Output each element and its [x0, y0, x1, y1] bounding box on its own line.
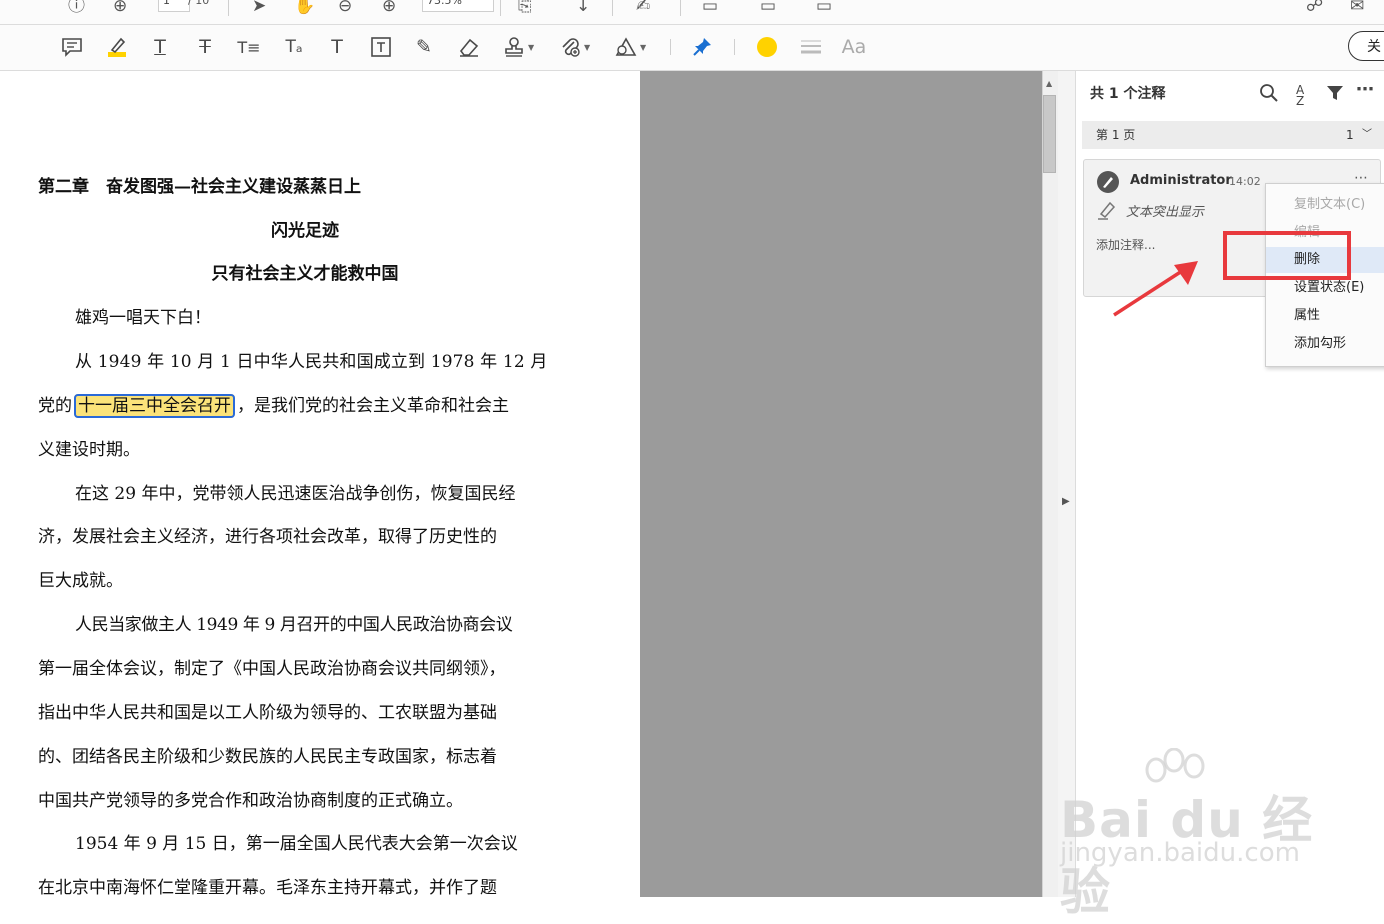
menu-item-add-checkmark[interactable]: 添加勾形 — [1266, 331, 1384, 357]
pin-icon[interactable] — [688, 33, 716, 61]
text-box-icon[interactable] — [367, 33, 395, 61]
add-note-input[interactable]: 添加注释... — [1096, 236, 1155, 253]
divider — [612, 0, 613, 16]
vertical-scrollbar[interactable]: ▲ — [1042, 71, 1059, 897]
sign-icon[interactable]: ✍ — [636, 0, 650, 16]
chevron-down-icon[interactable]: ▼ — [640, 43, 646, 52]
paragraph-line: 人民当家做主人 1949 年 9 月召开的中国人民政治协商会议 — [75, 615, 513, 635]
collapse-pane-icon[interactable]: ▶ — [1062, 496, 1070, 507]
replace-text-icon[interactable]: T≡ — [235, 33, 263, 61]
font-icon[interactable]: Aa — [840, 33, 868, 61]
paragraph-line: 第一届全体会议，制定了《中国人民政治协商会议共同纲领》， — [38, 659, 506, 679]
filter-icon[interactable] — [1325, 83, 1345, 108]
insert-text-icon[interactable]: Tₐ — [280, 33, 308, 61]
section-title: 闪光足迹 — [271, 221, 339, 241]
stamp-icon[interactable] — [500, 33, 528, 61]
paragraph-line: 雄鸡一唱天下白！ — [75, 308, 211, 328]
comment-author: Administrator — [1130, 173, 1232, 188]
attach-file-icon[interactable] — [556, 33, 584, 61]
paragraph-line: 中国共产党领导的多党合作和政治协商制度的正式确立。 — [38, 791, 463, 811]
annotation-highlight-box — [1223, 231, 1351, 280]
paragraph-line: 的、团结各民主阶级和少数民族的人民民主专政国家，标志着 — [38, 747, 497, 767]
search-icon[interactable] — [1259, 83, 1279, 108]
document-icon[interactable]: ▭ — [816, 0, 832, 16]
scrollbar-thumb[interactable] — [1043, 95, 1056, 173]
page-total: / 10 — [188, 0, 210, 7]
document-background — [640, 71, 1042, 897]
paragraph-line: 济，发展社会主义经济，进行各项社会改革，取得了历史性的 — [38, 527, 497, 547]
comment-toolbar: T T T≡ Tₐ T ✎ ▼ ▼ ▼ Aa 关 — [0, 25, 1384, 71]
strikethrough-icon[interactable]: T — [191, 33, 219, 61]
zoom-in-icon[interactable]: ⊕ — [382, 0, 396, 16]
paragraph-line: 1954 年 9 月 15 日，第一届全国人民代表大会第一次会议 — [75, 834, 518, 854]
paragraph-line: 指出中华人民共和国是以工人阶级为领导的、工农联盟为基础 — [38, 703, 497, 723]
text-run: 党的 — [38, 396, 72, 416]
zoom-out-icon[interactable]: ⊖ — [338, 0, 352, 16]
paragraph-line: 从 1949 年 10 月 1 日中华人民共和国成立到 1978 年 12 月 — [75, 352, 548, 372]
chevron-down-icon[interactable]: ▼ — [584, 43, 590, 52]
paragraph-line: 在这 29 年中，党带领人民迅速医治战争创伤，恢复国民经 — [75, 484, 516, 504]
zoom-select[interactable]: 73.5% — [422, 0, 494, 12]
sort-icon[interactable]: AZ — [1296, 84, 1304, 107]
menu-item-properties[interactable]: 属性 — [1266, 303, 1384, 329]
paragraph-line: 巨大成就。 — [38, 571, 123, 591]
pencil-icon[interactable]: ✎ — [410, 33, 438, 61]
page-group-label: 第 1 页 — [1096, 128, 1136, 142]
eraser-icon[interactable] — [455, 33, 483, 61]
close-button[interactable]: 关 — [1348, 31, 1384, 61]
scroll-up-icon[interactable]: ▲ — [1046, 79, 1052, 88]
add-text-icon[interactable]: T — [323, 33, 351, 61]
menu-item-copy-text[interactable]: 复制文本(C) — [1266, 192, 1384, 218]
mail-icon[interactable]: ✉ — [1350, 0, 1364, 16]
comment-time: 14:02 — [1229, 175, 1261, 188]
divider — [670, 39, 671, 55]
annotation-arrow — [1113, 261, 1198, 317]
line-thickness-icon[interactable] — [797, 33, 825, 61]
page-fit-icon[interactable]: ⎘ — [518, 0, 532, 16]
avatar — [1096, 170, 1120, 198]
divider — [734, 39, 735, 55]
paragraph-line: 在北京中南海怀仁堂隆重开幕。毛泽东主持开幕式，并作了题 — [38, 878, 497, 898]
underline-text-icon[interactable]: T — [146, 33, 174, 61]
paragraph-line: 义建设时期。 — [38, 440, 140, 460]
pane-splitter[interactable]: ▶ — [1058, 71, 1076, 897]
select-arrow-icon[interactable]: ➤ — [252, 0, 266, 16]
highlighter-icon — [1096, 200, 1118, 224]
chevron-down-icon[interactable]: ﹀ — [1362, 121, 1372, 149]
sticky-note-icon[interactable] — [58, 33, 86, 61]
share-icon[interactable]: ☍ — [1306, 0, 1323, 16]
more-options-icon[interactable]: ⋯ — [1356, 79, 1374, 100]
divider — [680, 0, 681, 16]
comments-count: 共 1 个注释 — [1090, 86, 1166, 102]
text-run: ，是我们党的社会主义革命和社会主 — [237, 396, 509, 416]
info-icon[interactable]: ⓘ — [68, 0, 85, 16]
download-icon[interactable]: ⊕ — [113, 0, 127, 16]
document-icon[interactable]: ▭ — [760, 0, 776, 16]
shapes-icon[interactable] — [612, 33, 640, 61]
document-icon[interactable]: ▭ — [702, 0, 718, 16]
hand-tool-icon[interactable]: ✋ — [294, 0, 315, 16]
scroll-mode-icon[interactable]: ↓ — [576, 0, 590, 16]
document-page: 第二章 奋发图强—社会主义建设蒸蒸日上 闪光足迹 只有社会主义才能救中国 雄鸡一… — [0, 71, 640, 898]
chevron-down-icon[interactable]: ▼ — [528, 43, 534, 52]
divider — [500, 0, 501, 16]
chapter-title: 第二章 奋发图强—社会主义建设蒸蒸日上 — [38, 177, 361, 197]
divider — [228, 0, 229, 16]
highlighted-text[interactable]: 十一届三中全会召开 — [74, 394, 235, 418]
main-toolbar: ⓘ ⊕ 1 / 10 ➤ ✋ ⊖ ⊕ 73.5% ⎘ ↓ ✍ ▭ ▭ ▭ ☍ ✉ — [0, 0, 1384, 25]
comment-type: 文本突出显示 — [1126, 205, 1205, 220]
subsection-title: 只有社会主义才能救中国 — [211, 264, 399, 284]
color-icon[interactable] — [753, 33, 781, 61]
highlight-icon[interactable] — [103, 33, 131, 61]
page-group-header[interactable]: 第 1 页 1 ﹀ — [1082, 121, 1384, 149]
page-number-input[interactable]: 1 — [158, 0, 190, 12]
page-group-count: 1 — [1346, 128, 1354, 142]
paragraph-line: 党的 十一届三中全会召开 ，是我们党的社会主义革命和社会主 — [38, 394, 509, 418]
